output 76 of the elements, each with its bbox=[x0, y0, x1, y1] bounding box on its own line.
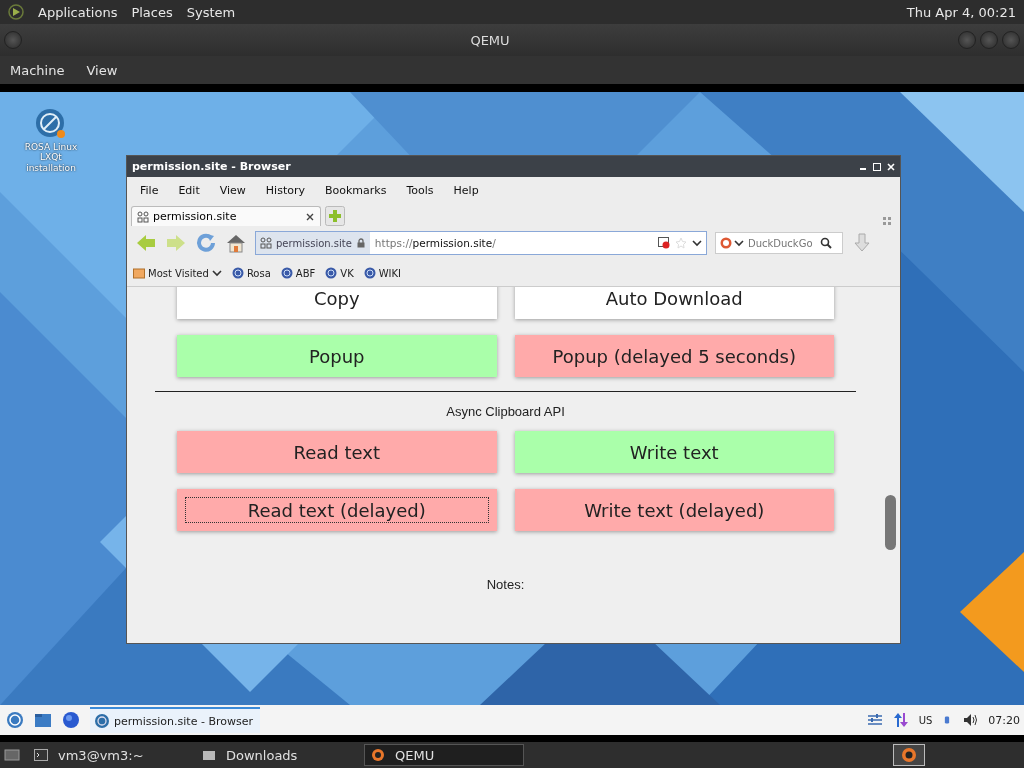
menu-item[interactable]: View bbox=[86, 62, 118, 78]
dropdown-caret-icon[interactable] bbox=[734, 238, 744, 248]
section-title: Async Clipboard API bbox=[445, 404, 566, 419]
menu-item[interactable]: Tools bbox=[406, 183, 434, 197]
dropdown-caret-icon bbox=[211, 268, 222, 278]
panel-menu[interactable]: System bbox=[186, 4, 236, 20]
taskbar-button[interactable]: Downloads bbox=[196, 744, 356, 766]
bookmark-item[interactable]: Rosa bbox=[231, 267, 271, 279]
close-icon[interactable] bbox=[305, 211, 315, 222]
bookmark-item[interactable]: WIKI bbox=[363, 267, 402, 279]
grid-icon[interactable] bbox=[882, 216, 892, 226]
bookmark-icon bbox=[231, 267, 244, 279]
keyboard-layout[interactable]: US bbox=[918, 714, 933, 726]
app-icon[interactable] bbox=[893, 744, 925, 766]
permission-button[interactable]: Write text (delayed) bbox=[514, 489, 834, 531]
sliders-icon[interactable] bbox=[866, 712, 883, 728]
reload-button[interactable] bbox=[195, 232, 217, 254]
taskbar-button[interactable]: vm3@vm3:~ bbox=[28, 744, 188, 766]
terminal-icon bbox=[34, 748, 48, 762]
menu-item[interactable]: History bbox=[265, 183, 305, 197]
menu-logo-icon[interactable] bbox=[8, 4, 24, 20]
address-bar[interactable]: permission.site https://permission.site/ bbox=[255, 231, 707, 255]
site-icon bbox=[260, 237, 272, 249]
menu-item[interactable]: Bookmarks bbox=[325, 183, 387, 197]
search-field[interactable]: DuckDuckGo bbox=[715, 232, 843, 254]
home-button[interactable] bbox=[225, 232, 247, 254]
panel-menu[interactable]: Applications bbox=[38, 4, 118, 20]
menu-item[interactable]: File bbox=[140, 183, 159, 197]
permission-button[interactable]: Write text bbox=[514, 431, 834, 473]
bookmark-star-icon[interactable] bbox=[675, 237, 687, 249]
volume-icon[interactable] bbox=[962, 712, 979, 728]
menu-item[interactable]: Help bbox=[453, 183, 479, 197]
lock-icon bbox=[355, 238, 366, 248]
browser-tab[interactable]: permission.site bbox=[131, 206, 321, 226]
app-icon bbox=[371, 748, 385, 762]
search-engine-icon[interactable] bbox=[720, 237, 732, 249]
folder-icon[interactable] bbox=[34, 711, 52, 729]
permission-button[interactable]: Auto Download bbox=[514, 287, 834, 319]
permission-button[interactable]: Read text (delayed) bbox=[177, 489, 497, 531]
taskbar-button[interactable]: permission.site - Browser bbox=[90, 707, 260, 733]
bookmark-icon bbox=[363, 267, 376, 279]
window-title: QEMU bbox=[469, 32, 511, 48]
permission-button[interactable]: Popup bbox=[177, 335, 497, 377]
permission-button[interactable]: Copy bbox=[177, 287, 497, 319]
panel-menu[interactable]: Places bbox=[131, 4, 173, 20]
window-title: permission.site - Browser bbox=[132, 160, 291, 173]
menu-item[interactable]: Machine bbox=[10, 62, 65, 78]
bookmark-icon bbox=[325, 267, 338, 279]
dropdown-caret-icon[interactable] bbox=[692, 238, 702, 248]
url-text: https://permission.site/ bbox=[374, 237, 496, 249]
search-icon[interactable] bbox=[820, 237, 832, 249]
notes-heading: Notes: bbox=[485, 577, 526, 592]
menu-item[interactable]: View bbox=[219, 183, 246, 197]
permission-button[interactable]: Read text bbox=[177, 431, 497, 473]
start-menu-icon[interactable] bbox=[6, 711, 24, 729]
desktop-icon[interactable] bbox=[4, 747, 20, 763]
folder-icon bbox=[202, 748, 216, 762]
panel-clock: Thu Apr 4, 00:21 bbox=[906, 4, 1016, 20]
bookmark-item[interactable]: VK bbox=[325, 267, 354, 279]
bookmark-item[interactable]: ABF bbox=[280, 267, 316, 279]
scrollbar-thumb[interactable] bbox=[885, 495, 896, 550]
permission-button[interactable]: Popup (delayed 5 seconds) bbox=[514, 335, 834, 377]
taskbar-button[interactable]: QEMU bbox=[364, 744, 524, 766]
blocked-popup-icon[interactable] bbox=[658, 237, 670, 249]
search-input[interactable]: DuckDuckGo bbox=[746, 237, 818, 249]
network-icon[interactable] bbox=[892, 712, 909, 728]
site-identity-button[interactable]: permission.site bbox=[256, 232, 370, 254]
bookmark-icon bbox=[280, 267, 293, 279]
bookmark-item[interactable]: Most Visited bbox=[133, 267, 222, 279]
folder-icon bbox=[133, 267, 145, 279]
globe-icon[interactable] bbox=[62, 711, 80, 729]
taskbar-clock: 07:20 bbox=[988, 713, 1020, 727]
site-icon bbox=[137, 210, 149, 223]
menu-item[interactable]: Edit bbox=[178, 183, 200, 197]
installer-icon[interactable] bbox=[35, 108, 67, 140]
globe-icon bbox=[94, 713, 110, 729]
